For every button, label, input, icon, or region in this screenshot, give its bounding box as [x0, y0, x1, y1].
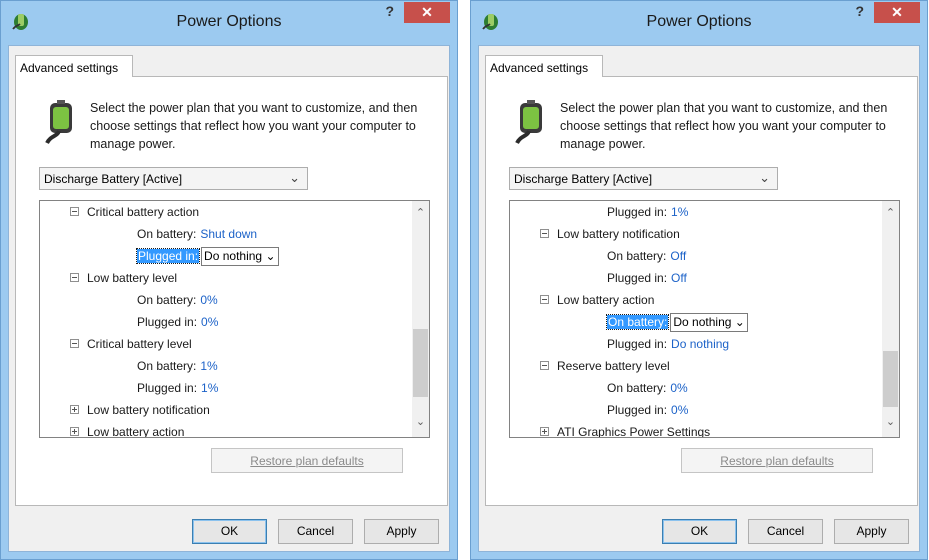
battery-plug-icon [45, 100, 72, 145]
tree-node-low-battery-notification[interactable]: Low battery notification [70, 399, 210, 421]
plan-description: Select the power plan that you want to c… [90, 101, 418, 151]
power-options-window-left: Power Options ? ✕ Advanced settings Sele… [0, 0, 458, 560]
setting-value[interactable]: 0% [670, 381, 687, 395]
help-button[interactable]: ? [385, 3, 394, 19]
apply-button[interactable]: Apply [364, 519, 439, 544]
setting-critical-action-plugged-in[interactable]: Plugged in: Do nothing ⌄ [135, 245, 279, 267]
minus-box-icon[interactable] [70, 207, 79, 217]
setting-value[interactable]: 1% [671, 205, 688, 219]
tab-advanced-settings[interactable]: Advanced settings [485, 55, 603, 77]
setting-value[interactable]: Off [671, 271, 687, 285]
minus-box-icon[interactable] [70, 273, 79, 283]
setting-value[interactable]: Do nothing [671, 337, 729, 351]
power-options-window-right: Power Options ? ✕ Advanced settings Sele… [470, 0, 928, 560]
setting-reserve-level-on-battery[interactable]: On battery: 0% [607, 377, 688, 399]
setting-critical-level-plugged-in[interactable]: Plugged in: 1% [137, 377, 218, 399]
selected-setting-label: Plugged in: [135, 248, 201, 264]
plan-description: Select the power plan that you want to c… [560, 101, 888, 151]
chevron-down-icon: ⌄ [289, 170, 300, 185]
chevron-down-icon: ⌄ [734, 315, 745, 330]
setting-low-level-plugged-in[interactable]: Plugged in: 0% [137, 311, 218, 333]
setting-critical-level-on-battery[interactable]: On battery: 1% [137, 355, 218, 377]
minus-box-icon[interactable] [70, 339, 79, 349]
scrollbar-thumb[interactable] [413, 329, 428, 397]
tab-advanced-settings[interactable]: Advanced settings [15, 55, 133, 77]
vertical-scrollbar[interactable]: ⌃ ⌄ [412, 201, 429, 437]
setting-value[interactable]: 1% [200, 359, 217, 373]
tree-node-low-battery-notification[interactable]: Low battery notification [540, 223, 680, 245]
setting-reserve-level-plugged-in[interactable]: Plugged in: 0% [607, 399, 688, 421]
tree-node-ati-graphics-power-settings[interactable]: ATI Graphics Power Settings [540, 421, 710, 437]
chevron-down-icon[interactable]: ⌄ [412, 415, 429, 432]
ok-button[interactable]: OK [192, 519, 267, 544]
minus-box-icon[interactable] [540, 295, 549, 305]
cancel-button[interactable]: Cancel [748, 519, 823, 544]
selected-setting-label: On battery: [605, 314, 670, 330]
setting-low-level-on-battery[interactable]: On battery: 0% [137, 289, 218, 311]
setting-value[interactable]: 0% [671, 403, 688, 417]
apply-button[interactable]: Apply [834, 519, 909, 544]
setting-value[interactable]: 1% [201, 381, 218, 395]
tree-node-critical-battery-level[interactable]: Critical battery level [70, 333, 192, 355]
setting-critical-action-on-battery[interactable]: On battery: Shut down [137, 223, 257, 245]
tree-node-reserve-battery-level[interactable]: Reserve battery level [540, 355, 670, 377]
settings-tree[interactable]: Critical battery action On battery: Shut … [39, 200, 430, 438]
chevron-down-icon: ⌄ [265, 249, 276, 264]
vertical-scrollbar[interactable]: ⌃ ⌄ [882, 201, 899, 437]
tree-node-critical-battery-action[interactable]: Critical battery action [70, 201, 199, 223]
minus-box-icon[interactable] [540, 229, 549, 239]
minus-box-icon[interactable] [540, 361, 549, 371]
advanced-settings-pane: Select the power plan that you want to c… [15, 76, 448, 506]
title-bar[interactable]: Power Options ? ✕ [471, 1, 927, 45]
chevron-down-icon[interactable]: ⌄ [882, 415, 899, 432]
dialog-client-area: Advanced settings Select the power plan … [478, 45, 920, 552]
setting-value[interactable]: 0% [200, 293, 217, 307]
setting-low-notification-on-battery[interactable]: On battery: Off [607, 245, 686, 267]
tree-node-low-battery-level[interactable]: Low battery level [70, 267, 177, 289]
setting-critical-level-plugged-in[interactable]: Plugged in: 1% [607, 201, 688, 223]
setting-low-action-on-battery[interactable]: On battery: Do nothing ⌄ [605, 311, 748, 333]
plus-box-icon[interactable] [540, 427, 549, 437]
setting-low-action-plugged-in[interactable]: Plugged in: Do nothing [607, 333, 729, 355]
settings-tree[interactable]: Plugged in: 1% Low battery notification O… [509, 200, 900, 438]
chevron-up-icon[interactable]: ⌃ [882, 206, 899, 223]
close-button[interactable]: ✕ [874, 2, 920, 23]
close-button[interactable]: ✕ [404, 2, 450, 23]
restore-plan-defaults-button[interactable]: Restore plan defaults [681, 448, 873, 473]
setting-value[interactable]: 0% [201, 315, 218, 329]
tree-node-low-battery-action[interactable]: Low battery action [540, 289, 654, 311]
help-button[interactable]: ? [855, 3, 864, 19]
power-plan-select-value: Discharge Battery [Active] [44, 172, 183, 186]
plus-box-icon[interactable] [70, 405, 79, 415]
setting-value[interactable]: Shut down [200, 227, 257, 241]
power-plan-select-value: Discharge Battery [Active] [514, 172, 653, 186]
scrollbar-thumb[interactable] [883, 351, 898, 407]
power-plan-select[interactable]: Discharge Battery [Active] ⌄ [509, 167, 778, 190]
low-action-on-battery-select[interactable]: Do nothing ⌄ [670, 313, 748, 333]
setting-value[interactable]: Off [670, 249, 686, 263]
tree-node-low-battery-action[interactable]: Low battery action [70, 421, 184, 437]
title-bar[interactable]: Power Options ? ✕ [1, 1, 457, 45]
ok-button[interactable]: OK [662, 519, 737, 544]
cancel-button[interactable]: Cancel [278, 519, 353, 544]
critical-action-plugged-in-select[interactable]: Do nothing ⌄ [201, 247, 279, 267]
chevron-down-icon: ⌄ [759, 170, 770, 185]
power-plan-select[interactable]: Discharge Battery [Active] ⌄ [39, 167, 308, 190]
chevron-up-icon[interactable]: ⌃ [412, 206, 429, 223]
battery-plug-icon [515, 100, 542, 145]
restore-plan-defaults-button[interactable]: Restore plan defaults [211, 448, 403, 473]
plus-box-icon[interactable] [70, 427, 79, 437]
dialog-client-area: Advanced settings Select the power plan … [8, 45, 450, 552]
setting-low-notification-plugged-in[interactable]: Plugged in: Off [607, 267, 687, 289]
advanced-settings-pane: Select the power plan that you want to c… [485, 76, 918, 506]
